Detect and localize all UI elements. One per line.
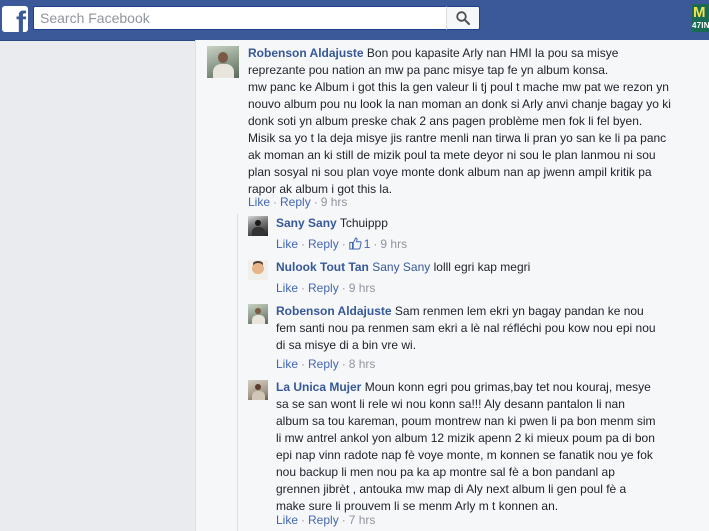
- reply-body: Robenson Aldajuste Sam renmen lem ekri y…: [276, 304, 656, 352]
- reply-link[interactable]: Reply: [308, 281, 339, 295]
- search-button[interactable]: [446, 6, 480, 30]
- avatar[interactable]: [248, 304, 268, 324]
- reply-link[interactable]: Reply: [280, 195, 311, 209]
- search-icon: [456, 11, 470, 25]
- mention-link[interactable]: Sany Sany: [372, 260, 430, 274]
- comment-author[interactable]: Nulook Tout Tan: [276, 260, 369, 274]
- comment-author[interactable]: Robenson Aldajuste: [276, 304, 392, 318]
- reply-actions: Like · Reply · 8 hrs: [276, 357, 376, 371]
- like-link[interactable]: Like: [276, 513, 298, 527]
- reply-link[interactable]: Reply: [308, 357, 339, 371]
- like-thumb-icon[interactable]: [349, 237, 362, 250]
- reply-link[interactable]: Reply: [308, 237, 339, 251]
- search-input[interactable]: [33, 6, 446, 30]
- comment-timestamp[interactable]: 9 hrs: [380, 237, 407, 251]
- like-link[interactable]: Like: [276, 281, 298, 295]
- avatar[interactable]: [207, 46, 239, 78]
- reply-body: Nulook Tout Tan Sany Sany lolll egri kap…: [276, 260, 531, 274]
- avatar[interactable]: [248, 380, 268, 400]
- comment-author[interactable]: La Unica Mujer: [276, 380, 361, 394]
- comment-author[interactable]: Sany Sany: [276, 216, 337, 230]
- comment-timestamp[interactable]: 9 hrs: [349, 281, 376, 295]
- avatar[interactable]: [248, 216, 268, 236]
- partial-thumbnail[interactable]: M 47IN: [692, 4, 709, 32]
- comment-author[interactable]: Robenson Aldajuste: [248, 46, 364, 60]
- top-navigation-bar: f M 47IN: [0, 0, 709, 41]
- avatar[interactable]: [248, 260, 268, 280]
- like-link[interactable]: Like: [276, 357, 298, 371]
- like-link[interactable]: Like: [276, 237, 298, 251]
- reply-actions: Like · Reply · 9 hrs: [276, 281, 376, 295]
- facebook-logo-icon[interactable]: f: [2, 6, 28, 32]
- comment-timestamp[interactable]: 7 hrs: [349, 513, 376, 527]
- like-count[interactable]: 1: [364, 237, 371, 251]
- reply-thread-line: [237, 214, 238, 531]
- like-link[interactable]: Like: [248, 195, 270, 209]
- comment-actions: Like · Reply · 9 hrs: [248, 195, 348, 209]
- comment-timestamp[interactable]: 9 hrs: [321, 195, 348, 209]
- comment-body: Robenson Aldajuste Bon pou kapasite Arly…: [248, 46, 671, 196]
- reply-actions: Like · Reply · 1 · 9 hrs: [276, 237, 408, 251]
- reply-link[interactable]: Reply: [308, 513, 339, 527]
- reply-actions: Like · Reply · 7 hrs: [276, 513, 376, 527]
- reply-body: Sany Sany Tchuippp: [276, 216, 388, 230]
- comment-timestamp[interactable]: 8 hrs: [349, 357, 376, 371]
- reply-body: La Unica Mujer Moun konn egri pou grimas…: [276, 380, 656, 513]
